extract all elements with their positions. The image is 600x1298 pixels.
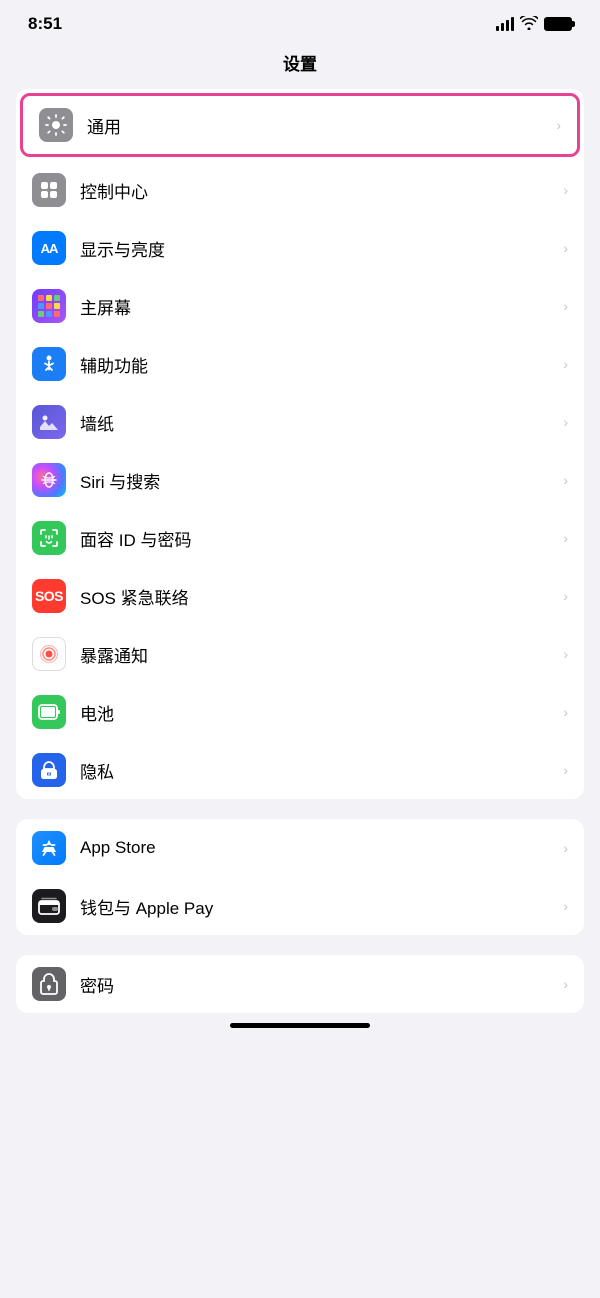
settings-item-face-id[interactable]: 面容 ID 与密码 ›: [16, 509, 584, 567]
settings-item-siri[interactable]: Siri 与搜索 ›: [16, 451, 584, 509]
general-chevron: ›: [556, 117, 561, 133]
control-center-icon: [32, 173, 66, 207]
home-screen-label: 主屏幕: [80, 294, 555, 319]
general-label: 通用: [87, 113, 548, 138]
display-chevron: ›: [563, 240, 568, 256]
accessibility-icon: [32, 347, 66, 381]
page-title: 设置: [0, 42, 600, 89]
settings-item-display[interactable]: AA 显示与亮度 ›: [16, 219, 584, 277]
display-icon: AA: [32, 231, 66, 265]
privacy-chevron: ›: [563, 762, 568, 778]
settings-item-wallet[interactable]: 钱包与 Apple Pay ›: [16, 877, 584, 935]
sos-label: SOS 紧急联络: [80, 584, 555, 609]
privacy-label: 隐私: [80, 758, 555, 783]
siri-chevron: ›: [563, 472, 568, 488]
wallpaper-icon: [32, 405, 66, 439]
display-label: 显示与亮度: [80, 236, 555, 261]
settings-item-home-screen[interactable]: 主屏幕 ›: [16, 277, 584, 335]
settings-item-battery[interactable]: 电池 ›: [16, 683, 584, 741]
siri-icon: [32, 463, 66, 497]
exposure-label: 暴露通知: [80, 642, 555, 667]
settings-item-passwords[interactable]: 密码 ›: [16, 955, 584, 1013]
status-time: 8:51: [28, 14, 62, 34]
sos-chevron: ›: [563, 588, 568, 604]
face-id-label: 面容 ID 与密码: [80, 526, 555, 551]
battery-label: 电池: [80, 700, 555, 725]
face-id-chevron: ›: [563, 530, 568, 546]
settings-item-sos[interactable]: SOS SOS 紧急联络 ›: [16, 567, 584, 625]
passwords-chevron: ›: [563, 976, 568, 992]
settings-item-general[interactable]: 通用 ›: [20, 93, 580, 157]
siri-label: Siri 与搜索: [80, 468, 555, 493]
control-center-chevron: ›: [563, 182, 568, 198]
home-screen-icon: [32, 289, 66, 323]
accessibility-label: 辅助功能: [80, 352, 555, 377]
wallet-chevron: ›: [563, 898, 568, 914]
app-store-chevron: ›: [563, 840, 568, 856]
settings-section-1: 通用 › 控制中心 › AA 显示与亮度 ›: [16, 89, 584, 799]
wallpaper-chevron: ›: [563, 414, 568, 430]
settings-item-privacy[interactable]: 隐私 ›: [16, 741, 584, 799]
settings-item-accessibility[interactable]: 辅助功能 ›: [16, 335, 584, 393]
wallet-label: 钱包与 Apple Pay: [80, 894, 555, 919]
settings-item-control-center[interactable]: 控制中心 ›: [16, 161, 584, 219]
settings-section-3: 密码 ›: [16, 955, 584, 1013]
app-store-icon: [32, 831, 66, 865]
sos-icon: SOS: [32, 579, 66, 613]
signal-icon: [496, 17, 514, 31]
status-bar: 8:51: [0, 0, 600, 42]
grid-dots: [38, 295, 60, 317]
exposure-chevron: ›: [563, 646, 568, 662]
passwords-icon: [32, 967, 66, 1001]
battery-chevron: ›: [563, 704, 568, 720]
privacy-icon: [32, 753, 66, 787]
home-indicator: [230, 1023, 370, 1028]
face-id-icon: [32, 521, 66, 555]
settings-section-2: App Store › 钱包与 Apple Pay ›: [16, 819, 584, 935]
battery-settings-icon: [32, 695, 66, 729]
wallet-icon: [32, 889, 66, 923]
settings-item-app-store[interactable]: App Store ›: [16, 819, 584, 877]
settings-item-wallpaper[interactable]: 墙纸 ›: [16, 393, 584, 451]
battery-icon: [544, 17, 572, 31]
accessibility-chevron: ›: [563, 356, 568, 372]
control-center-label: 控制中心: [80, 178, 555, 203]
settings-item-exposure[interactable]: 暴露通知 ›: [16, 625, 584, 683]
general-icon: [39, 108, 73, 142]
home-screen-chevron: ›: [563, 298, 568, 314]
exposure-icon: [32, 637, 66, 671]
wallpaper-label: 墙纸: [80, 410, 555, 435]
app-store-label: App Store: [80, 838, 555, 858]
status-icons: [496, 16, 572, 33]
wifi-icon: [520, 16, 538, 33]
passwords-label: 密码: [80, 972, 555, 997]
